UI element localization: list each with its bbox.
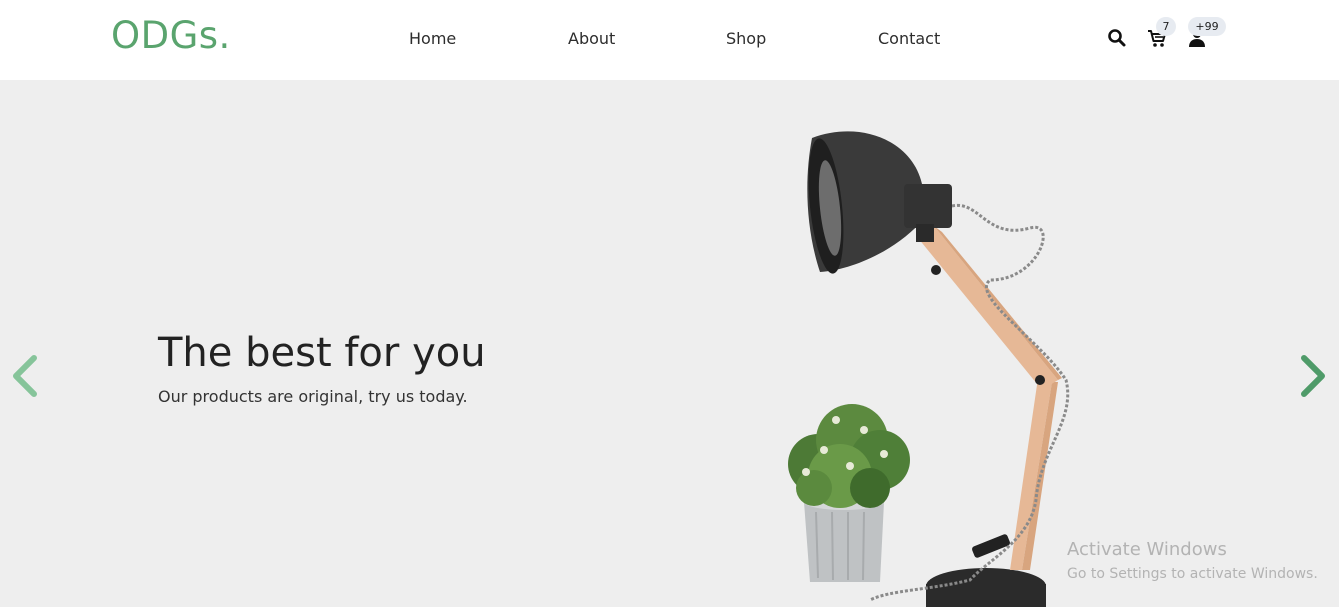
search-button[interactable] bbox=[1106, 27, 1128, 49]
carousel-next-button[interactable] bbox=[1296, 354, 1330, 398]
site-header: ODGs. Home About Shop Contact 7 +99 bbox=[0, 0, 1339, 80]
carousel-prev-button[interactable] bbox=[8, 354, 42, 398]
search-icon bbox=[1108, 29, 1126, 47]
hero-carousel: The best for you Our products are origin… bbox=[0, 80, 1339, 607]
windows-activation-subtitle: Go to Settings to activate Windows. bbox=[1067, 566, 1318, 582]
brand-logo[interactable]: ODGs. bbox=[111, 14, 231, 58]
windows-activation-title: Activate Windows bbox=[1067, 539, 1227, 560]
chevron-left-icon bbox=[13, 355, 37, 397]
hero-title: The best for you bbox=[158, 330, 486, 376]
account-count-badge: +99 bbox=[1188, 17, 1226, 36]
nav-link-about[interactable]: About bbox=[568, 29, 615, 49]
hero-product-image bbox=[788, 131, 1070, 607]
nav-link-shop[interactable]: Shop bbox=[726, 29, 766, 49]
nav-link-home[interactable]: Home bbox=[409, 29, 456, 49]
hero-subtitle: Our products are original, try us today. bbox=[158, 387, 468, 406]
nav-link-contact[interactable]: Contact bbox=[878, 29, 940, 49]
cart-count-badge: 7 bbox=[1156, 17, 1176, 36]
page: ODGs. Home About Shop Contact 7 +99 The … bbox=[0, 0, 1339, 607]
chevron-right-icon bbox=[1301, 355, 1325, 397]
